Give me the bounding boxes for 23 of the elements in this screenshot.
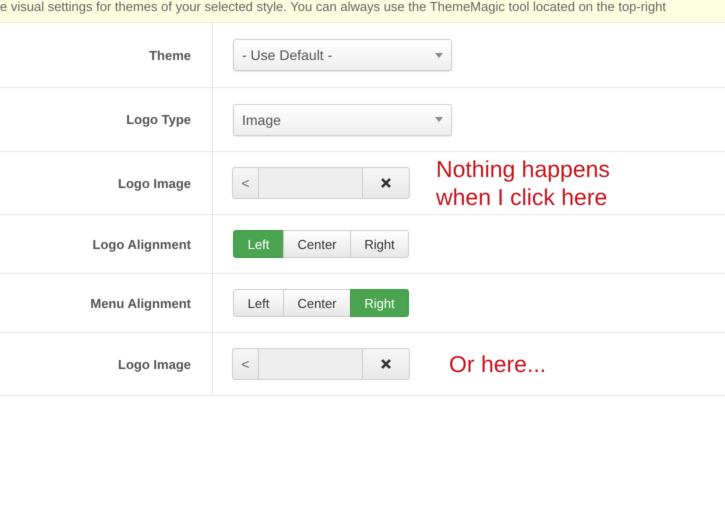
- close-icon: [381, 359, 391, 369]
- alignment-option[interactable]: Center: [283, 289, 351, 317]
- field-label: Logo Type: [126, 112, 191, 127]
- image-path-field[interactable]: [259, 167, 362, 199]
- alignment-option[interactable]: Center: [283, 230, 351, 258]
- close-icon: [381, 178, 391, 188]
- alignment-option[interactable]: Right: [350, 230, 409, 258]
- dropdown[interactable]: Image: [233, 104, 452, 136]
- alignment-option[interactable]: Left: [233, 289, 284, 317]
- dropdown[interactable]: - Use Default -: [233, 39, 452, 71]
- field-label: Logo Image: [118, 356, 191, 372]
- notice-text: e visual settings for themes of your selected style. You can always use the ThemeMagic tool located on the top-right: [0, 0, 668, 14]
- field-label: Logo Image: [118, 176, 191, 190]
- annotation-text: Or here...: [449, 350, 548, 378]
- clear-button[interactable]: [362, 348, 410, 380]
- field-label: Theme: [149, 48, 191, 62]
- image-path-field[interactable]: [259, 348, 362, 380]
- annotation-text: Nothing happens when I click here: [436, 155, 611, 211]
- preview-button[interactable]: <: [232, 167, 259, 199]
- field-label: Logo Alignment: [92, 236, 191, 252]
- field-label: Menu Alignment: [90, 296, 191, 310]
- clear-button[interactable]: [362, 167, 410, 199]
- preview-button[interactable]: <: [232, 348, 259, 380]
